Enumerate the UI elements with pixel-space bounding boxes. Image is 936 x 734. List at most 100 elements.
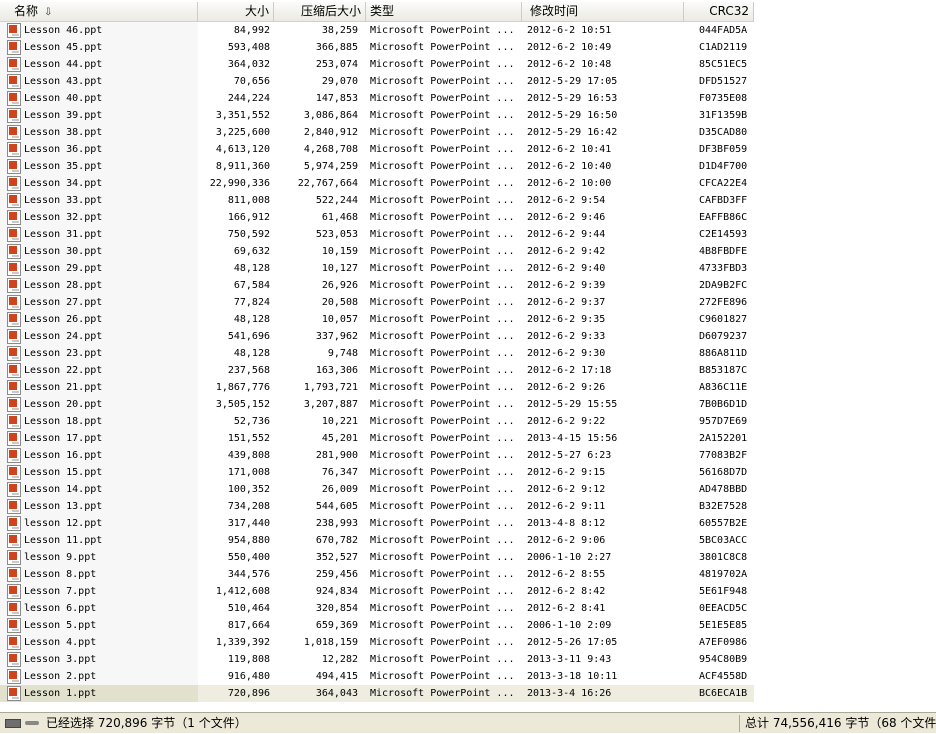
file-modified: 2012-6-2 9:15 — [527, 467, 606, 478]
file-type: Microsoft PowerPoint ... — [370, 59, 515, 70]
table-row[interactable]: Lesson 45.ppt 593,408 366,885 Microsoft Pow… — [0, 39, 754, 56]
file-name: Lesson 45.ppt — [24, 42, 103, 53]
table-row[interactable]: Lesson 26.ppt 48,128 10,057 Microsoft Power… — [0, 311, 754, 328]
table-row[interactable]: Lesson 5.ppt 817,664 659,369 Microsoft Powe… — [0, 617, 754, 634]
file-packed-size: 2,840,912 — [303, 127, 358, 138]
table-row[interactable]: Lesson 28.ppt 67,584 26,926 Microsoft Power… — [0, 277, 754, 294]
table-row[interactable]: Lesson 8.ppt 344,576 259,456 Microsoft Powe… — [0, 566, 754, 583]
ppt-file-icon — [7, 74, 21, 89]
table-row[interactable]: Lesson 35.ppt 8,911,360 5,974,259 Microsoft… — [0, 158, 754, 175]
table-row[interactable]: Lesson 33.ppt 811,008 522,244 Microsoft Pow… — [0, 192, 754, 209]
file-size: 84,992 — [233, 25, 270, 36]
file-name: Lesson 28.ppt — [24, 280, 103, 291]
table-row[interactable]: Lesson 15.ppt 171,008 76,347 Microsoft Powe… — [0, 464, 754, 481]
file-name: Lesson 38.ppt — [24, 127, 103, 138]
table-row[interactable]: Lesson 1.ppt 720,896 364,043 Microsoft Powe… — [0, 685, 754, 702]
table-row[interactable]: Lesson 16.ppt 439,808 281,900 Microsoft Pow… — [0, 447, 754, 464]
file-crc32: C1AD2119 — [699, 42, 748, 53]
ppt-file-icon — [7, 23, 21, 38]
file-name-cell: Lesson 7.ppt — [0, 583, 198, 600]
table-row[interactable]: Lesson 31.ppt 750,592 523,053 Microsoft Pow… — [0, 226, 754, 243]
file-crc32: B32E7528 — [699, 501, 748, 512]
table-row[interactable]: Lesson 46.ppt 84,992 38,259 Microsoft Power… — [0, 22, 754, 39]
ppt-file-icon — [7, 261, 21, 276]
table-row[interactable]: Lesson 21.ppt 1,867,776 1,793,721 Microsoft… — [0, 379, 754, 396]
ppt-file-icon — [7, 567, 21, 582]
file-name: Lesson 30.ppt — [24, 246, 103, 257]
table-row[interactable]: Lesson 17.ppt 151,552 45,201 Microsoft Powe… — [0, 430, 754, 447]
table-row[interactable]: lesson 9.ppt 550,400 352,527 Microsoft Powe… — [0, 549, 754, 566]
table-row[interactable]: Lesson 24.ppt 541,696 337,962 Microsoft Pow… — [0, 328, 754, 345]
table-row[interactable]: Lesson 23.ppt 48,128 9,748 Microsoft PowerP… — [0, 345, 754, 362]
file-type: Microsoft PowerPoint ... — [370, 484, 515, 495]
column-header-crc32[interactable]: CRC32 — [684, 2, 754, 21]
table-row[interactable]: lesson 6.ppt 510,464 320,854 Microsoft Powe… — [0, 600, 754, 617]
file-name-cell: Lesson 40.ppt — [0, 90, 198, 107]
table-row[interactable]: Lesson 14.ppt 100,352 26,009 Microsoft Powe… — [0, 481, 754, 498]
table-row[interactable]: Lesson 7.ppt 1,412,608 924,834 Microsoft Po… — [0, 583, 754, 600]
file-crc32: DF3BF059 — [699, 144, 748, 155]
file-type: Microsoft PowerPoint ... — [370, 467, 515, 478]
column-header-modified[interactable]: 修改时间 — [522, 2, 684, 21]
table-row[interactable]: Lesson 2.ppt 916,480 494,415 Microsoft Powe… — [0, 668, 754, 685]
file-packed-size: 9,748 — [327, 348, 358, 359]
table-row[interactable]: Lesson 3.ppt 119,808 12,282 Microsoft Power… — [0, 651, 754, 668]
table-row[interactable]: Lesson 32.ppt 166,912 61,468 Microsoft Powe… — [0, 209, 754, 226]
file-modified: 2012-5-26 17:05 — [527, 637, 618, 648]
file-size: 77,824 — [233, 297, 270, 308]
file-modified: 2012-6-2 8:55 — [527, 569, 606, 580]
file-type: Microsoft PowerPoint ... — [370, 144, 515, 155]
file-size: 750,592 — [227, 229, 270, 240]
file-packed-size: 22,767,664 — [297, 178, 358, 189]
table-row[interactable]: Lesson 13.ppt 734,208 544,605 Microsoft Pow… — [0, 498, 754, 515]
file-crc32: 0EEACD5C — [699, 603, 748, 614]
file-name: Lesson 16.ppt — [24, 450, 103, 461]
file-name-cell: Lesson 36.ppt — [0, 141, 198, 158]
file-packed-size: 522,244 — [315, 195, 358, 206]
file-name-cell: Lesson 15.ppt — [0, 464, 198, 481]
file-type: Microsoft PowerPoint ... — [370, 42, 515, 53]
file-size: 364,032 — [227, 59, 270, 70]
column-header-size[interactable]: 大小 — [198, 2, 274, 21]
file-packed-size: 26,009 — [321, 484, 358, 495]
table-row[interactable]: Lesson 39.ppt 3,351,552 3,086,864 Microsoft… — [0, 107, 754, 124]
table-row[interactable]: Lesson 30.ppt 69,632 10,159 Microsoft Power… — [0, 243, 754, 260]
table-row[interactable]: Lesson 4.ppt 1,339,392 1,018,159 Microsoft … — [0, 634, 754, 651]
table-row[interactable]: Lesson 38.ppt 3,225,600 2,840,912 Microsoft… — [0, 124, 754, 141]
file-type: Microsoft PowerPoint ... — [370, 552, 515, 563]
file-type: Microsoft PowerPoint ... — [370, 501, 515, 512]
table-row[interactable]: Lesson 27.ppt 77,824 20,508 Microsoft Power… — [0, 294, 754, 311]
table-row[interactable]: Lesson 40.ppt 244,224 147,853 Microsoft Pow… — [0, 90, 754, 107]
column-header-packed-size[interactable]: 压缩后大小 — [274, 2, 366, 21]
ppt-file-icon — [7, 278, 21, 293]
file-packed-size: 38,259 — [321, 25, 358, 36]
file-type: Microsoft PowerPoint ... — [370, 535, 515, 546]
file-list[interactable]: 名称 ⇩ 大小 压缩后大小 类型 修改时间 CRC32 Lesson 46.ppt… — [0, 0, 936, 712]
file-modified: 2006-1-10 2:27 — [527, 552, 612, 563]
file-name-cell: lesson 9.ppt — [0, 549, 198, 566]
file-packed-size: 259,456 — [315, 569, 358, 580]
file-name-cell: Lesson 3.ppt — [0, 651, 198, 668]
column-header-name[interactable]: 名称 ⇩ — [0, 2, 198, 21]
table-row[interactable]: Lesson 18.ppt 52,736 10,221 Microsoft Power… — [0, 413, 754, 430]
column-header-bar: 名称 ⇩ 大小 压缩后大小 类型 修改时间 CRC32 — [0, 2, 754, 22]
column-header-type[interactable]: 类型 — [366, 2, 522, 21]
table-row[interactable]: Lesson 43.ppt 70,656 29,070 Microsoft Power… — [0, 73, 754, 90]
file-crc32: 2DA9B2FC — [699, 280, 748, 291]
file-crc32: C9601827 — [699, 314, 748, 325]
table-row[interactable]: Lesson 11.ppt 954,880 670,782 Microsoft Pow… — [0, 532, 754, 549]
table-row[interactable]: Lesson 29.ppt 48,128 10,127 Microsoft Power… — [0, 260, 754, 277]
table-row[interactable]: Lesson 36.ppt 4,613,120 4,268,708 Microsoft… — [0, 141, 754, 158]
file-name-cell: lesson 6.ppt — [0, 600, 198, 617]
table-row[interactable]: Lesson 20.ppt 3,505,152 3,207,887 Microsoft… — [0, 396, 754, 413]
table-row[interactable]: lesson 12.ppt 317,440 238,993 Microsoft Pow… — [0, 515, 754, 532]
file-crc32: 31F1359B — [699, 110, 748, 121]
table-row[interactable]: Lesson 34.ppt 22,990,336 22,767,664 Microso… — [0, 175, 754, 192]
file-size: 237,568 — [227, 365, 270, 376]
table-row[interactable]: Lesson 22.ppt 237,568 163,306 Microsoft Pow… — [0, 362, 754, 379]
file-modified: 2012-5-29 17:05 — [527, 76, 618, 87]
file-packed-size: 29,070 — [321, 76, 358, 87]
file-size: 3,351,552 — [215, 110, 270, 121]
ppt-file-icon — [7, 142, 21, 157]
table-row[interactable]: Lesson 44.ppt 364,032 253,074 Microsoft Pow… — [0, 56, 754, 73]
